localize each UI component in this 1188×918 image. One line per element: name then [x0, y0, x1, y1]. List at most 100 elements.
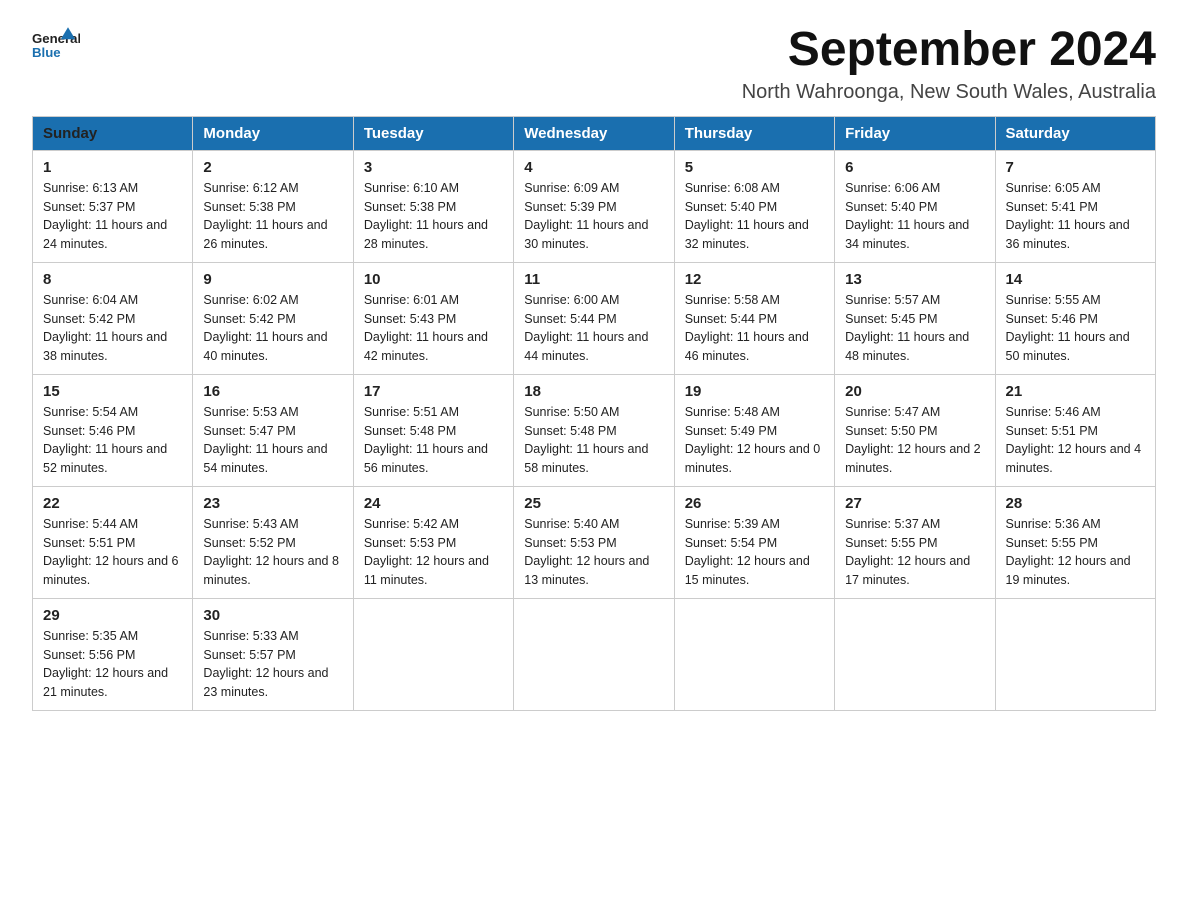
day-number: 10 — [364, 271, 503, 288]
day-number: 1 — [43, 159, 182, 176]
day-info: Sunrise: 5:48 AMSunset: 5:49 PMDaylight:… — [685, 405, 821, 475]
day-info: Sunrise: 6:02 AMSunset: 5:42 PMDaylight:… — [203, 293, 327, 363]
table-row: 16 Sunrise: 5:53 AMSunset: 5:47 PMDayligh… — [193, 374, 353, 486]
table-row: 27 Sunrise: 5:37 AMSunset: 5:55 PMDayligh… — [835, 486, 995, 598]
table-row: 21 Sunrise: 5:46 AMSunset: 5:51 PMDayligh… — [995, 374, 1155, 486]
day-info: Sunrise: 6:04 AMSunset: 5:42 PMDaylight:… — [43, 293, 167, 363]
table-row: 30 Sunrise: 5:33 AMSunset: 5:57 PMDayligh… — [193, 598, 353, 710]
table-row: 6Sunrise: 6:06 AMSunset: 5:40 PMDaylight… — [835, 150, 995, 262]
day-number: 17 — [364, 383, 503, 400]
table-row: 20 Sunrise: 5:47 AMSunset: 5:50 PMDayligh… — [835, 374, 995, 486]
table-row: 1 Sunrise: 6:13 AMSunset: 5:37 PMDaylight… — [33, 150, 193, 262]
day-info: Sunrise: 5:35 AMSunset: 5:56 PMDaylight:… — [43, 629, 168, 699]
day-number: 29 — [43, 607, 182, 624]
header-monday: Monday — [193, 116, 353, 150]
day-number: 23 — [203, 495, 342, 512]
day-number: 5 — [685, 159, 824, 176]
day-number: 21 — [1006, 383, 1145, 400]
table-row: 23Sunrise: 5:43 AMSunset: 5:52 PMDayligh… — [193, 486, 353, 598]
header-tuesday: Tuesday — [353, 116, 513, 150]
day-number: 15 — [43, 383, 182, 400]
day-info: Sunrise: 6:08 AMSunset: 5:40 PMDaylight:… — [685, 181, 809, 251]
day-info: Sunrise: 6:13 AMSunset: 5:37 PMDaylight:… — [43, 181, 167, 251]
calendar-week-row: 15 Sunrise: 5:54 AMSunset: 5:46 PMDayligh… — [33, 374, 1156, 486]
table-row: 4 Sunrise: 6:09 AMSunset: 5:39 PMDaylight… — [514, 150, 674, 262]
month-title: September 2024 — [742, 24, 1156, 77]
table-row: 9 Sunrise: 6:02 AMSunset: 5:42 PMDaylight… — [193, 262, 353, 374]
calendar-week-row: 22 Sunrise: 5:44 AMSunset: 5:51 PMDayligh… — [33, 486, 1156, 598]
table-row: 29 Sunrise: 5:35 AMSunset: 5:56 PMDayligh… — [33, 598, 193, 710]
logo: General Blue — [32, 24, 80, 64]
day-number: 26 — [685, 495, 824, 512]
day-number: 14 — [1006, 271, 1145, 288]
day-info: Sunrise: 5:55 AMSunset: 5:46 PMDaylight:… — [1006, 293, 1130, 363]
day-info: Sunrise: 5:50 AMSunset: 5:48 PMDaylight:… — [524, 405, 648, 475]
table-row — [353, 598, 513, 710]
day-number: 4 — [524, 159, 663, 176]
table-row: 24Sunrise: 5:42 AMSunset: 5:53 PMDayligh… — [353, 486, 513, 598]
day-info: Sunrise: 5:33 AMSunset: 5:57 PMDaylight:… — [203, 629, 328, 699]
day-info: Sunrise: 5:47 AMSunset: 5:50 PMDaylight:… — [845, 405, 981, 475]
table-row — [514, 598, 674, 710]
table-row: 5 Sunrise: 6:08 AMSunset: 5:40 PMDaylight… — [674, 150, 834, 262]
day-number: 12 — [685, 271, 824, 288]
day-number: 18 — [524, 383, 663, 400]
table-row: 12Sunrise: 5:58 AMSunset: 5:44 PMDayligh… — [674, 262, 834, 374]
header-thursday: Thursday — [674, 116, 834, 150]
table-row: 7Sunrise: 6:05 AMSunset: 5:41 PMDaylight… — [995, 150, 1155, 262]
day-number: 22 — [43, 495, 182, 512]
table-row: 26 Sunrise: 5:39 AMSunset: 5:54 PMDayligh… — [674, 486, 834, 598]
day-number: 3 — [364, 159, 503, 176]
table-row: 28Sunrise: 5:36 AMSunset: 5:55 PMDayligh… — [995, 486, 1155, 598]
day-number: 8 — [43, 271, 182, 288]
table-row: 17 Sunrise: 5:51 AMSunset: 5:48 PMDayligh… — [353, 374, 513, 486]
day-info: Sunrise: 5:40 AMSunset: 5:53 PMDaylight:… — [524, 517, 649, 587]
day-number: 2 — [203, 159, 342, 176]
day-number: 6 — [845, 159, 984, 176]
day-info: Sunrise: 6:10 AMSunset: 5:38 PMDaylight:… — [364, 181, 488, 251]
day-number: 7 — [1006, 159, 1145, 176]
day-number: 24 — [364, 495, 503, 512]
day-number: 30 — [203, 607, 342, 624]
day-number: 27 — [845, 495, 984, 512]
day-info: Sunrise: 5:44 AMSunset: 5:51 PMDaylight:… — [43, 517, 179, 587]
table-row: 2 Sunrise: 6:12 AMSunset: 5:38 PMDaylight… — [193, 150, 353, 262]
table-row — [995, 598, 1155, 710]
day-info: Sunrise: 6:09 AMSunset: 5:39 PMDaylight:… — [524, 181, 648, 251]
day-info: Sunrise: 6:01 AMSunset: 5:43 PMDaylight:… — [364, 293, 488, 363]
table-row: 3 Sunrise: 6:10 AMSunset: 5:38 PMDaylight… — [353, 150, 513, 262]
header-saturday: Saturday — [995, 116, 1155, 150]
calendar-header-row: Sunday Monday Tuesday Wednesday Thursday… — [33, 116, 1156, 150]
table-row: 13 Sunrise: 5:57 AMSunset: 5:45 PMDayligh… — [835, 262, 995, 374]
logo-icon: General Blue — [32, 24, 80, 64]
day-info: Sunrise: 5:39 AMSunset: 5:54 PMDaylight:… — [685, 517, 810, 587]
day-info: Sunrise: 5:37 AMSunset: 5:55 PMDaylight:… — [845, 517, 970, 587]
day-number: 11 — [524, 271, 663, 288]
table-row: 25Sunrise: 5:40 AMSunset: 5:53 PMDayligh… — [514, 486, 674, 598]
calendar-week-row: 1 Sunrise: 6:13 AMSunset: 5:37 PMDaylight… — [33, 150, 1156, 262]
day-info: Sunrise: 6:12 AMSunset: 5:38 PMDaylight:… — [203, 181, 327, 251]
day-number: 28 — [1006, 495, 1145, 512]
title-area: September 2024 North Wahroonga, New Sout… — [742, 24, 1156, 104]
calendar-week-row: 8 Sunrise: 6:04 AMSunset: 5:42 PMDaylight… — [33, 262, 1156, 374]
day-number: 9 — [203, 271, 342, 288]
day-number: 20 — [845, 383, 984, 400]
day-info: Sunrise: 5:51 AMSunset: 5:48 PMDaylight:… — [364, 405, 488, 475]
table-row: 15 Sunrise: 5:54 AMSunset: 5:46 PMDayligh… — [33, 374, 193, 486]
day-info: Sunrise: 5:46 AMSunset: 5:51 PMDaylight:… — [1006, 405, 1142, 475]
day-number: 13 — [845, 271, 984, 288]
table-row: 8 Sunrise: 6:04 AMSunset: 5:42 PMDaylight… — [33, 262, 193, 374]
table-row: 18 Sunrise: 5:50 AMSunset: 5:48 PMDayligh… — [514, 374, 674, 486]
svg-text:Blue: Blue — [32, 45, 61, 60]
day-number: 19 — [685, 383, 824, 400]
table-row: 14 Sunrise: 5:55 AMSunset: 5:46 PMDayligh… — [995, 262, 1155, 374]
calendar-week-row: 29 Sunrise: 5:35 AMSunset: 5:56 PMDayligh… — [33, 598, 1156, 710]
day-info: Sunrise: 5:54 AMSunset: 5:46 PMDaylight:… — [43, 405, 167, 475]
day-info: Sunrise: 5:57 AMSunset: 5:45 PMDaylight:… — [845, 293, 969, 363]
page-header: General Blue September 2024 North Wahroo… — [32, 24, 1156, 104]
day-info: Sunrise: 5:53 AMSunset: 5:47 PMDaylight:… — [203, 405, 327, 475]
table-row: 10 Sunrise: 6:01 AMSunset: 5:43 PMDayligh… — [353, 262, 513, 374]
table-row: 19 Sunrise: 5:48 AMSunset: 5:49 PMDayligh… — [674, 374, 834, 486]
day-number: 16 — [203, 383, 342, 400]
table-row — [835, 598, 995, 710]
